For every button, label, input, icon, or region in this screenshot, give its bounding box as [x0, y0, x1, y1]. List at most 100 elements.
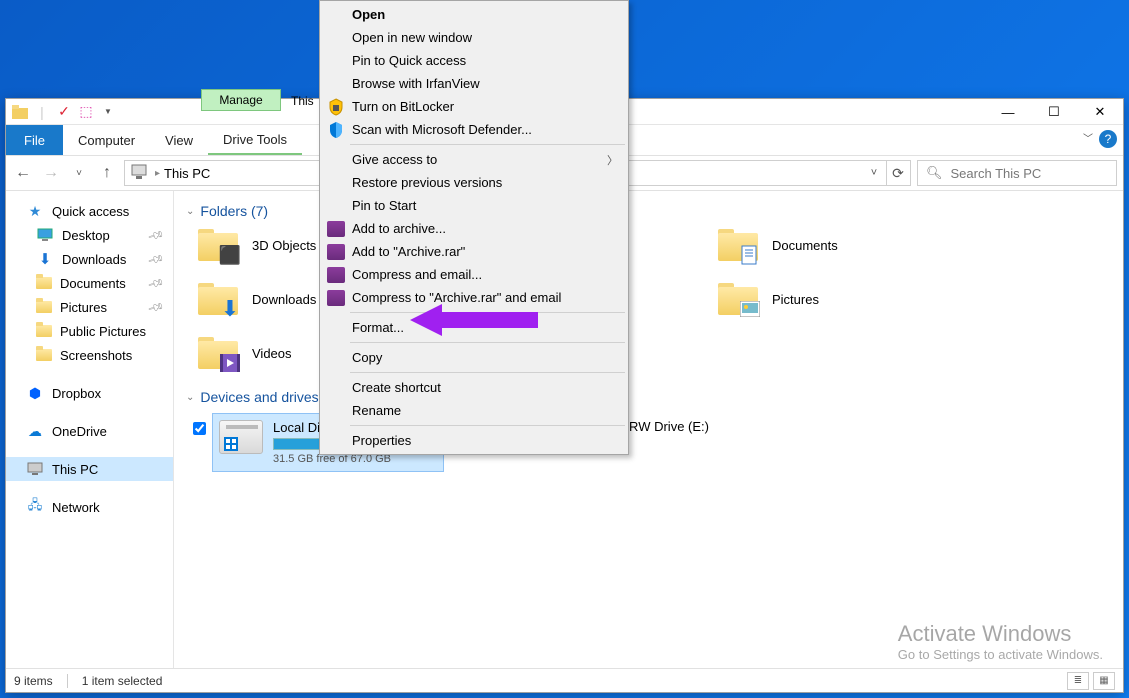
- breadcrumb-this-pc[interactable]: This PC: [164, 166, 210, 181]
- icons-view-icon[interactable]: ▦: [1093, 672, 1115, 690]
- search-placeholder: Search This PC: [951, 166, 1042, 181]
- navigation-pane: ★ Quick access Desktop 📌︎ ⬇ Downloads 📌︎…: [6, 191, 174, 668]
- sidebar-pictures[interactable]: Pictures 📌︎: [6, 295, 173, 319]
- ctx-browse-irfanview[interactable]: Browse with IrfanView: [322, 72, 626, 95]
- ribbon-contextual-manage[interactable]: Manage: [201, 89, 281, 111]
- folder-icon: [36, 325, 52, 337]
- sidebar-desktop[interactable]: Desktop 📌︎: [6, 223, 173, 247]
- ribbon-collapse-icon[interactable]: ﹀: [1083, 130, 1093, 145]
- ctx-label: Properties: [352, 433, 411, 448]
- explorer-icon: [10, 102, 30, 122]
- disk-drive-icon: [219, 420, 263, 454]
- status-bar: 9 items 1 item selected ≣ ▦: [6, 668, 1123, 692]
- desktop-icon: [36, 226, 54, 244]
- qat-check-icon[interactable]: ✓: [54, 102, 74, 122]
- sidebar-network[interactable]: 🖧︎ Network: [6, 495, 173, 519]
- help-icon[interactable]: ?: [1099, 130, 1117, 148]
- ctx-create-shortcut[interactable]: Create shortcut: [322, 376, 626, 399]
- qat-sep: |: [32, 102, 52, 122]
- ribbon-tab-drive-tools[interactable]: Drive Tools: [208, 125, 302, 155]
- folder-documents[interactable]: Documents: [718, 227, 978, 263]
- sidebar-documents[interactable]: Documents 📌︎: [6, 271, 173, 295]
- file-tab[interactable]: File: [6, 125, 63, 155]
- ctx-separator: [350, 144, 625, 145]
- ctx-properties[interactable]: Properties: [322, 429, 626, 452]
- dropbox-icon: ⬢: [26, 384, 44, 402]
- quick-access-toolbar: | ✓ ⬚ ▼: [6, 99, 122, 124]
- folder-icon: [718, 281, 758, 317]
- details-view-icon[interactable]: ≣: [1067, 672, 1089, 690]
- up-button[interactable]: ↑: [96, 162, 118, 184]
- winrar-icon: [326, 242, 346, 262]
- ctx-copy[interactable]: Copy: [322, 346, 626, 369]
- ctx-compress-rar-email[interactable]: Compress to "Archive.rar" and email: [322, 286, 626, 309]
- sidebar-item-label: Public Pictures: [60, 324, 146, 339]
- pictures-icon: [36, 301, 52, 313]
- ctx-pin-start[interactable]: Pin to Start: [322, 194, 626, 217]
- sidebar-this-pc[interactable]: This PC: [6, 457, 173, 481]
- ctx-label: Rename: [352, 403, 401, 418]
- ctx-rename[interactable]: Rename: [322, 399, 626, 422]
- onedrive-icon: ☁: [26, 422, 44, 440]
- sidebar-onedrive[interactable]: ☁ OneDrive: [6, 419, 173, 443]
- sidebar-public-pictures[interactable]: Public Pictures: [6, 319, 173, 343]
- ctx-bitlocker[interactable]: Turn on BitLocker: [322, 95, 626, 118]
- qat-square-icon[interactable]: ⬚: [76, 102, 96, 122]
- sidebar-screenshots[interactable]: Screenshots: [6, 343, 173, 367]
- ctx-compress-email[interactable]: Compress and email...: [322, 263, 626, 286]
- search-icon: 🔍︎: [926, 165, 943, 181]
- recent-locations-icon[interactable]: ˅: [68, 162, 90, 184]
- ctx-pin-quick-access[interactable]: Pin to Quick access: [322, 49, 626, 72]
- downloads-icon: ⬇: [36, 250, 54, 268]
- sidebar-quick-access[interactable]: ★ Quick access: [6, 199, 173, 223]
- ctx-add-archive[interactable]: Add to archive...: [322, 217, 626, 240]
- folder-icon: [718, 227, 758, 263]
- sidebar-downloads[interactable]: ⬇ Downloads 📌︎: [6, 247, 173, 271]
- content-pane: ⌄ Folders (7) ⬛ 3D Objects Documents ⬇ D…: [174, 191, 1123, 668]
- ctx-label: Pin to Start: [352, 198, 416, 213]
- chevron-right-icon[interactable]: ▸: [155, 168, 160, 179]
- folder-icon: [198, 335, 238, 371]
- chevron-down-icon: ⌄: [186, 206, 194, 217]
- sidebar-item-label: Desktop: [62, 228, 110, 243]
- winrar-icon: [326, 265, 346, 285]
- section-title: Devices and drives (: [200, 389, 327, 405]
- chevron-down-icon: ⌄: [186, 392, 194, 403]
- ctx-open[interactable]: Open: [322, 3, 626, 26]
- folder-pictures[interactable]: Pictures: [718, 281, 978, 317]
- ctx-restore-versions[interactable]: Restore previous versions: [322, 171, 626, 194]
- ribbon-tab-view[interactable]: View: [150, 125, 208, 155]
- back-button[interactable]: ←: [12, 162, 34, 184]
- watermark-subtitle: Go to Settings to activate Windows.: [898, 647, 1103, 662]
- sidebar-item-label: Downloads: [62, 252, 126, 267]
- sidebar-dropbox[interactable]: ⬢ Dropbox: [6, 381, 173, 405]
- ribbon-tab-computer[interactable]: Computer: [63, 125, 150, 155]
- sidebar-item-label: Documents: [60, 276, 126, 291]
- maximize-button[interactable]: ☐: [1031, 99, 1077, 125]
- folder-label: 3D Objects: [252, 238, 316, 253]
- ctx-separator: [350, 342, 625, 343]
- ctx-label: Create shortcut: [352, 380, 441, 395]
- pin-icon: 📌︎: [147, 298, 166, 316]
- ctx-label: Compress and email...: [352, 267, 482, 282]
- forward-button[interactable]: →: [40, 162, 62, 184]
- ctx-give-access[interactable]: Give access to〉: [322, 148, 626, 171]
- qat-dropdown-icon[interactable]: ▼: [98, 102, 118, 122]
- ctx-format[interactable]: Format...: [322, 316, 626, 339]
- ctx-add-archive-rar[interactable]: Add to "Archive.rar": [322, 240, 626, 263]
- ctx-label: Copy: [352, 350, 382, 365]
- ctx-label: Open: [352, 7, 385, 22]
- drive-checkbox[interactable]: [193, 422, 206, 435]
- sidebar-quick-access-label: Quick access: [52, 204, 129, 219]
- refresh-icon[interactable]: ⟳: [886, 160, 910, 186]
- ctx-open-new-window[interactable]: Open in new window: [322, 26, 626, 49]
- address-history-icon[interactable]: ˅: [862, 160, 886, 186]
- view-mode-toggles: ≣ ▦: [1067, 672, 1115, 690]
- minimize-button[interactable]: —: [985, 99, 1031, 125]
- ctx-label: Restore previous versions: [352, 175, 502, 190]
- defender-icon: [326, 120, 346, 140]
- ctx-label: Turn on BitLocker: [352, 99, 454, 114]
- search-box[interactable]: 🔍︎ Search This PC: [917, 160, 1117, 186]
- ctx-defender[interactable]: Scan with Microsoft Defender...: [322, 118, 626, 141]
- close-button[interactable]: ✕: [1077, 99, 1123, 125]
